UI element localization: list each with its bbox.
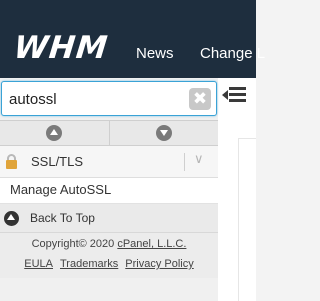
- divider: [184, 153, 185, 171]
- arrow-up-circle-icon: [4, 211, 19, 226]
- nav-news[interactable]: News: [136, 45, 174, 62]
- search-input[interactable]: [9, 88, 179, 110]
- nav-change-log[interactable]: Change L: [200, 45, 265, 62]
- expand-all-button[interactable]: [109, 121, 218, 145]
- copyright: Copyright© 2020 cPanel, L.L.C.: [0, 238, 218, 250]
- sidebar-item-manage-autossl[interactable]: Manage AutoSSL: [0, 178, 218, 204]
- privacy-policy-link[interactable]: Privacy Policy: [125, 258, 193, 270]
- category-label: SSL/TLS: [31, 154, 84, 169]
- chevron-down-icon[interactable]: ∨: [194, 152, 204, 167]
- top-bar: WHM News Change L: [0, 0, 265, 78]
- collapse-bar: [229, 99, 246, 102]
- collapse-arrow: [222, 90, 228, 100]
- collapse-bar: [229, 93, 246, 96]
- lock-icon: [6, 154, 17, 170]
- footer-links: EULA Trademarks Privacy Policy: [0, 258, 218, 270]
- eula-link[interactable]: EULA: [24, 258, 53, 270]
- footer: Copyright© 2020 cPanel, L.L.C. EULA Trad…: [0, 233, 218, 278]
- expand-collapse-controls: [0, 120, 218, 146]
- cpanel-link[interactable]: cPanel, L.L.C.: [117, 238, 186, 250]
- search-box: ✖: [1, 81, 217, 116]
- copyright-text: Copyright© 2020: [31, 238, 118, 250]
- collapse-sidebar-icon[interactable]: [222, 85, 246, 105]
- category-ssl-tls[interactable]: SSL/TLS ∨: [0, 146, 218, 178]
- trademarks-link[interactable]: Trademarks: [60, 258, 118, 270]
- arrow-up-icon: [46, 125, 63, 141]
- back-to-top-label: Back To Top: [30, 211, 95, 225]
- collapse-all-button[interactable]: [0, 121, 110, 145]
- back-to-top[interactable]: Back To Top: [0, 204, 218, 233]
- sidebar: ✖ SSL/TLS ∨ Manage AutoSSL Back To Top C…: [0, 78, 218, 301]
- collapse-bar: [229, 87, 246, 90]
- content-box: [238, 138, 256, 301]
- clear-x-icon[interactable]: ✖: [189, 88, 211, 110]
- whm-logo[interactable]: WHM: [12, 30, 110, 66]
- arrow-down-icon: [155, 125, 172, 141]
